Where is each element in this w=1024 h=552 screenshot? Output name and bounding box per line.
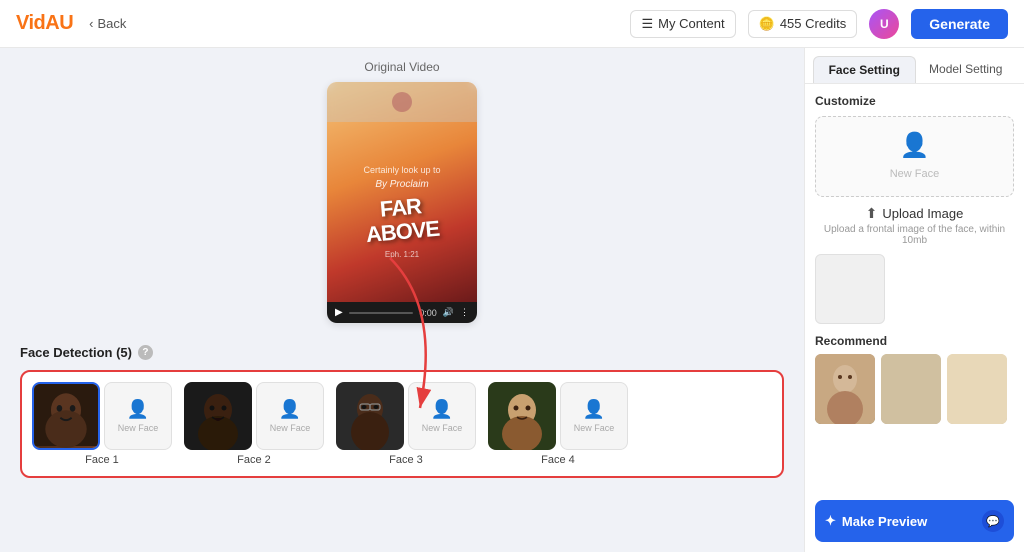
- my-content-label: My Content: [658, 16, 724, 31]
- new-face-3[interactable]: 👤 New Face: [408, 382, 476, 450]
- progress-bar[interactable]: [349, 312, 414, 314]
- tab-model-setting[interactable]: Model Setting: [916, 56, 1017, 83]
- tab-face-setting[interactable]: Face Setting: [813, 56, 916, 83]
- recommend-thumb-2[interactable]: [881, 354, 941, 424]
- video-overlay-text: Certainly look up to By Proclaim FARABOV…: [355, 157, 448, 267]
- back-button[interactable]: ‹ Back: [89, 16, 126, 31]
- header-actions: ☰ My Content 🪙 455 Credits U Generate: [630, 9, 1008, 39]
- help-icon[interactable]: ?: [138, 345, 153, 360]
- volume-button[interactable]: 🔊: [443, 307, 454, 318]
- face-detection-header: Face Detection (5) ?: [20, 345, 784, 360]
- face-name-4: Face 4: [541, 454, 575, 466]
- make-preview-button[interactable]: ✦ Make Preview 💬: [815, 500, 1014, 542]
- chevron-left-icon: ‹: [89, 16, 93, 31]
- person-icon-1: 👤: [127, 399, 149, 420]
- face-1-image: [34, 384, 98, 448]
- person-icon-4: 👤: [583, 399, 605, 420]
- face-group-1: 👤 New Face Face 1: [32, 382, 172, 466]
- time-display: 0:00: [419, 308, 437, 318]
- new-face-2[interactable]: 👤 New Face: [256, 382, 324, 450]
- face-pair-1: 👤 New Face: [32, 382, 172, 450]
- face-name-3: Face 3: [389, 454, 423, 466]
- more-button[interactable]: ⋮: [460, 307, 469, 318]
- upload-icon: ⬆: [866, 205, 878, 222]
- face-pair-4: 👤 New Face: [488, 382, 628, 450]
- upload-area[interactable]: 👤 New Face: [815, 116, 1014, 197]
- blurred-face: [392, 92, 412, 112]
- face-name-2: Face 2: [237, 454, 271, 466]
- new-face-placeholder-text: New Face: [890, 168, 940, 180]
- coin-icon: 🪙: [759, 16, 775, 32]
- face-pair-3: 👤 New Face: [336, 382, 476, 450]
- video-title: FARABOVE: [362, 193, 443, 248]
- face-thumb-4[interactable]: [488, 382, 556, 450]
- credits-label: 455 Credits: [780, 16, 846, 31]
- logo: VidAU: [16, 12, 73, 35]
- person-icon-3: 👤: [431, 399, 453, 420]
- play-button[interactable]: ▶: [335, 307, 343, 318]
- my-content-button[interactable]: ☰ My Content: [630, 10, 735, 38]
- recommend-thumb-3[interactable]: [947, 354, 1007, 424]
- upload-person-icon: 👤: [830, 131, 999, 160]
- face-thumb-1[interactable]: [32, 382, 100, 450]
- new-face-4[interactable]: 👤 New Face: [560, 382, 628, 450]
- face-group-2: 👤 New Face Face 2: [184, 382, 324, 466]
- sparkle-icon: ✦: [825, 513, 836, 529]
- header: VidAU ‹ Back ☰ My Content 🪙 455 Credits …: [0, 0, 1024, 48]
- recommend-label: Recommend: [815, 334, 1014, 348]
- person-icon-2: 👤: [279, 399, 301, 420]
- main-content: Original Video Certainly look up to By P…: [0, 48, 1024, 552]
- avatar[interactable]: U: [869, 9, 899, 39]
- upload-image-label: Upload Image: [882, 206, 963, 221]
- recommend-row: [815, 354, 1014, 424]
- video-card: Certainly look up to By Proclaim FARABOV…: [327, 82, 477, 323]
- new-face-1[interactable]: 👤 New Face: [104, 382, 172, 450]
- face-name-1: Face 1: [85, 454, 119, 466]
- video-thumbnail: Certainly look up to By Proclaim FARABOV…: [327, 82, 477, 302]
- generate-button[interactable]: Generate: [911, 9, 1008, 39]
- face-detection-title: Face Detection (5): [20, 345, 132, 360]
- video-controls[interactable]: ▶ 0:00 🔊 ⋮: [327, 302, 477, 323]
- face-thumb-2[interactable]: [184, 382, 252, 450]
- face-thumb-3[interactable]: [336, 382, 404, 450]
- face-detection-section: Face Detection (5) ?: [20, 335, 784, 478]
- face-pair-2: 👤 New Face: [184, 382, 324, 450]
- panel-tabs: Face Setting Model Setting: [805, 48, 1024, 84]
- face-group-4: 👤 New Face Face 4: [488, 382, 628, 466]
- video-label: Original Video: [364, 60, 439, 74]
- credits-button[interactable]: 🪙 455 Credits: [748, 10, 858, 38]
- recommend-thumb-1[interactable]: [815, 354, 875, 424]
- customize-label: Customize: [815, 94, 1014, 108]
- chat-icon: 💬: [982, 510, 1004, 532]
- video-top-blur: [327, 82, 477, 122]
- panel-body: Customize 👤 New Face ⬆ Upload Image Uplo…: [805, 84, 1024, 500]
- face-group-3: 👤 New Face Face 3: [336, 382, 476, 466]
- center-panel: Original Video Certainly look up to By P…: [0, 48, 804, 552]
- upload-hint: Upload a frontal image of the face, with…: [815, 224, 1014, 246]
- content-icon: ☰: [641, 16, 653, 32]
- right-panel: Face Setting Model Setting Customize 👤 N…: [804, 48, 1024, 552]
- image-preview-box: [815, 254, 885, 324]
- upload-btn-row: ⬆ Upload Image: [815, 205, 1014, 222]
- faces-container: 👤 New Face Face 1: [20, 370, 784, 478]
